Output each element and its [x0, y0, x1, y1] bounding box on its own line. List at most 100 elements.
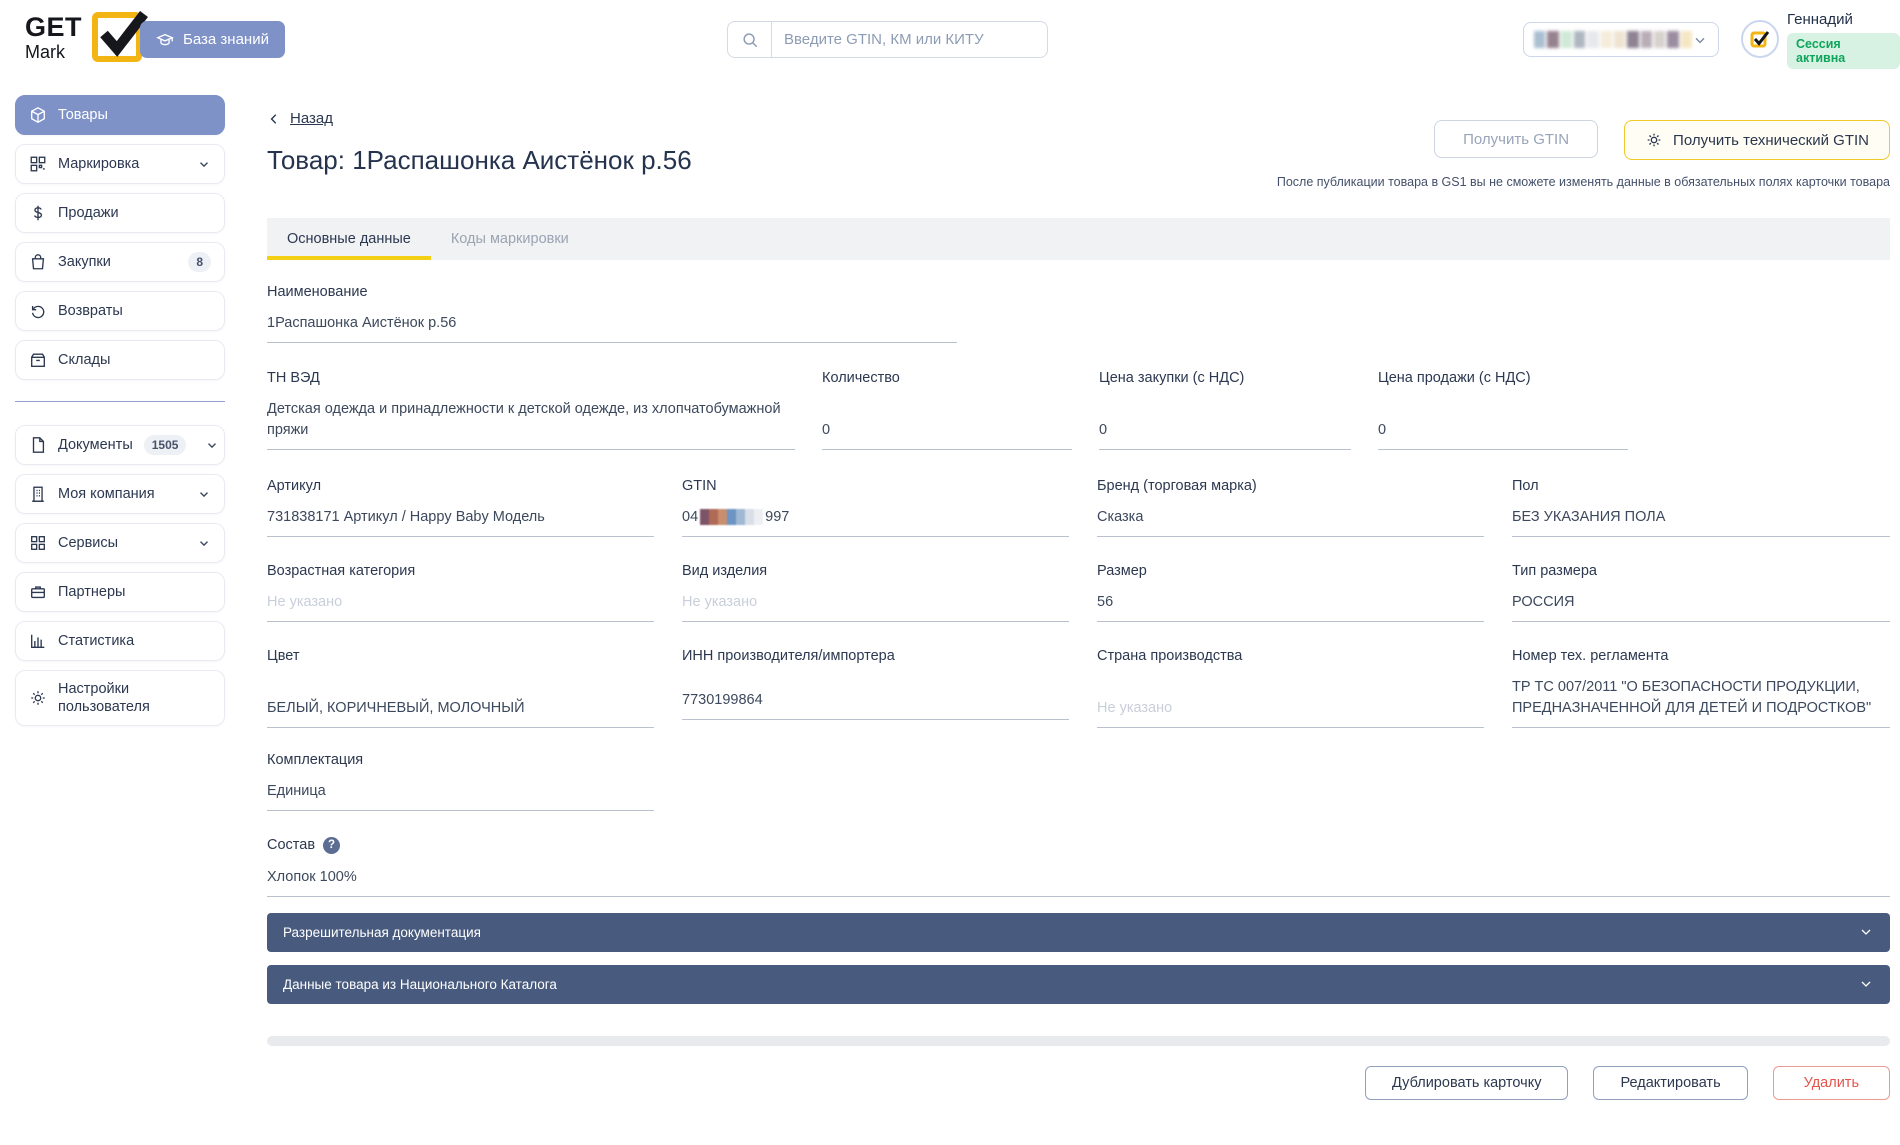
field-value-tnved: Детская одежда и принадлежности к детско…	[267, 386, 795, 450]
field-value-nomer-reglamenta: ТР ТС 007/2011 "О БЕЗОПАСНОСТИ ПРОДУКЦИИ…	[1512, 664, 1890, 728]
field-label-inn: ИНН производителя/импортера	[682, 647, 895, 664]
gear-icon	[29, 689, 47, 707]
session-status-badge: Сессия активна	[1787, 33, 1900, 69]
zakupki-count-badge: 8	[188, 252, 211, 272]
sidebar-item-moya-kompaniya[interactable]: Моя компания	[15, 474, 225, 514]
avatar[interactable]	[1741, 20, 1779, 58]
sidebar-item-vozvraty[interactable]: Возвраты	[15, 291, 225, 331]
document-icon	[29, 436, 47, 454]
field-value-sostav: Хлопок 100%	[267, 854, 1890, 897]
accordion-title: Разрешительная документация	[283, 924, 481, 940]
getmark-logo: GET Mark	[25, 10, 148, 63]
sidebar-item-dokumenty[interactable]: Документы 1505	[15, 425, 225, 465]
field-value-vozrastnaya-kategoriya: Не указано	[267, 579, 654, 622]
field-value-naimenovanie: 1Распашонка Аистёнок р.56	[267, 300, 957, 343]
accordion-razreshitelnaya-dokumentaciya[interactable]: Разрешительная документация	[267, 912, 1890, 952]
qr-code-icon	[29, 155, 47, 173]
field-label-nomer-reglamenta: Номер тех. регламента	[1512, 647, 1669, 664]
field-label-tip-razmera: Тип размера	[1512, 562, 1597, 579]
sidebar-item-label: Маркировка	[58, 156, 140, 172]
field-value-cena-prodazhi: 0	[1378, 407, 1628, 450]
field-row: Артикул 731838171 Артикул / Happy Baby М…	[267, 478, 1890, 537]
sidebar-item-partnery[interactable]: Партнеры	[15, 572, 225, 612]
field-value-artikul: 731838171 Артикул / Happy Baby Модель	[267, 494, 654, 537]
sidebar-item-label: Продажи	[58, 205, 119, 221]
field-label-gtin: GTIN	[682, 477, 717, 494]
chevron-left-icon	[267, 112, 281, 126]
field-value-razmer: 56	[1097, 579, 1484, 622]
sidebar-item-nastroyki-polzovatelya[interactable]: Настройки пользователя	[15, 670, 225, 726]
field-value-brend: Сказка	[1097, 494, 1484, 537]
user-name: Геннадий	[1787, 11, 1853, 28]
briefcase-icon	[29, 583, 47, 601]
field-label-sostav: Состав	[267, 837, 316, 854]
field-value-vid-izdeliya: Не указано	[682, 579, 1069, 622]
sidebar-item-sklady[interactable]: Склады	[15, 340, 225, 380]
shopping-bag-icon	[29, 253, 47, 271]
organization-blurred-value	[1534, 31, 1692, 48]
package-icon	[29, 106, 47, 124]
sidebar-item-statistika[interactable]: Статистика	[15, 621, 225, 661]
field-value-gtin: 04 997	[682, 494, 1069, 537]
field-row: ТН ВЭД Детская одежда и принадлежности к…	[267, 370, 1890, 450]
gtin-redacted-blur	[700, 508, 764, 525]
field-label-artikul: Артикул	[267, 477, 322, 494]
top-header: GET Mark База знаний Геннадий Сессия акт…	[0, 0, 1900, 80]
bar-chart-icon	[29, 632, 47, 650]
chevron-down-icon	[197, 536, 211, 550]
knowledge-base-label: База знаний	[183, 31, 269, 48]
get-tech-gtin-label: Получить технический GTIN	[1673, 131, 1869, 149]
content-divider	[267, 1035, 1890, 1046]
knowledge-base-button[interactable]: База знаний	[140, 21, 285, 58]
chevron-down-icon	[1858, 976, 1874, 992]
get-tech-gtin-button[interactable]: Получить технический GTIN	[1624, 120, 1890, 160]
field-label-cena-prodazhi: Цена продажи (с НДС)	[1378, 369, 1531, 386]
duplicate-card-button[interactable]: Дублировать карточку	[1365, 1065, 1569, 1100]
sidebar-item-prodazhi[interactable]: Продажи	[15, 193, 225, 233]
field-label-kolichestvo: Количество	[822, 369, 900, 386]
sidebar-item-label: Документы	[58, 437, 133, 453]
field-row: Возрастная категория Не указано Вид изде…	[267, 563, 1890, 622]
back-link[interactable]: Назад	[267, 110, 333, 127]
footer-actions: Дублировать карточку Редактировать Удали…	[267, 1065, 1890, 1100]
tech-gear-icon	[1645, 131, 1663, 149]
tab-kody-markirovki[interactable]: Коды маркировки	[431, 218, 589, 260]
field-value-inn: 7730199864	[682, 677, 1069, 720]
tab-osnovnye-dannye[interactable]: Основные данные	[267, 218, 431, 260]
sidebar-item-label: Товары	[58, 107, 108, 123]
field-value-cena-zakupki: 0	[1099, 407, 1351, 450]
gs1-publication-note: После публикации товара в GS1 вы не смож…	[1276, 175, 1890, 189]
sidebar-item-servisy[interactable]: Сервисы	[15, 523, 225, 563]
get-gtin-button[interactable]: Получить GTIN	[1434, 120, 1599, 158]
sidebar-item-zakupki[interactable]: Закупки 8	[15, 242, 225, 282]
field-label-vozrastnaya-kategoriya: Возрастная категория	[267, 562, 416, 579]
field-label-tnved: ТН ВЭД	[267, 369, 320, 386]
warehouse-icon	[29, 351, 47, 369]
accordion-nacionalnyj-katalog[interactable]: Данные товара из Национального Каталога	[267, 964, 1890, 1004]
field-value-komplektaciya: Единица	[267, 768, 654, 811]
edit-button[interactable]: Редактировать	[1593, 1065, 1748, 1100]
field-label-pol: Пол	[1512, 477, 1539, 494]
sidebar-item-markirovka[interactable]: Маркировка	[15, 144, 225, 184]
field-row: Цвет БЕЛЫЙ, КОРИЧНЕВЫЙ, МОЛОЧНЫЙ ИНН про…	[267, 648, 1890, 728]
product-tabs: Основные данные Коды маркировки	[267, 217, 1890, 260]
accordion-title: Данные товара из Национального Каталога	[283, 976, 557, 992]
sostav-help-icon[interactable]: ?	[323, 836, 341, 854]
field-label-brend: Бренд (торговая марка)	[1097, 477, 1257, 494]
sidebar-item-label: Партнеры	[58, 584, 126, 600]
sidebar-item-label: Закупки	[58, 254, 111, 270]
organization-select[interactable]	[1523, 22, 1719, 57]
sidebar-item-tovary[interactable]: Товары	[15, 95, 225, 135]
sidebar-item-label: Моя компания	[58, 486, 155, 502]
sidebar-divider	[15, 401, 225, 402]
sidebar-item-label: Настройки пользователя	[58, 680, 150, 715]
building-icon	[29, 485, 47, 503]
grid-icon	[29, 534, 47, 552]
chevron-down-icon	[205, 438, 219, 452]
field-label-vid-izdeliya: Вид изделия	[682, 562, 768, 579]
search-input[interactable]	[772, 31, 1047, 48]
chevron-down-icon	[1692, 32, 1708, 48]
dollar-icon	[29, 204, 47, 222]
graduation-cap-icon	[156, 31, 174, 49]
delete-button[interactable]: Удалить	[1772, 1065, 1890, 1100]
